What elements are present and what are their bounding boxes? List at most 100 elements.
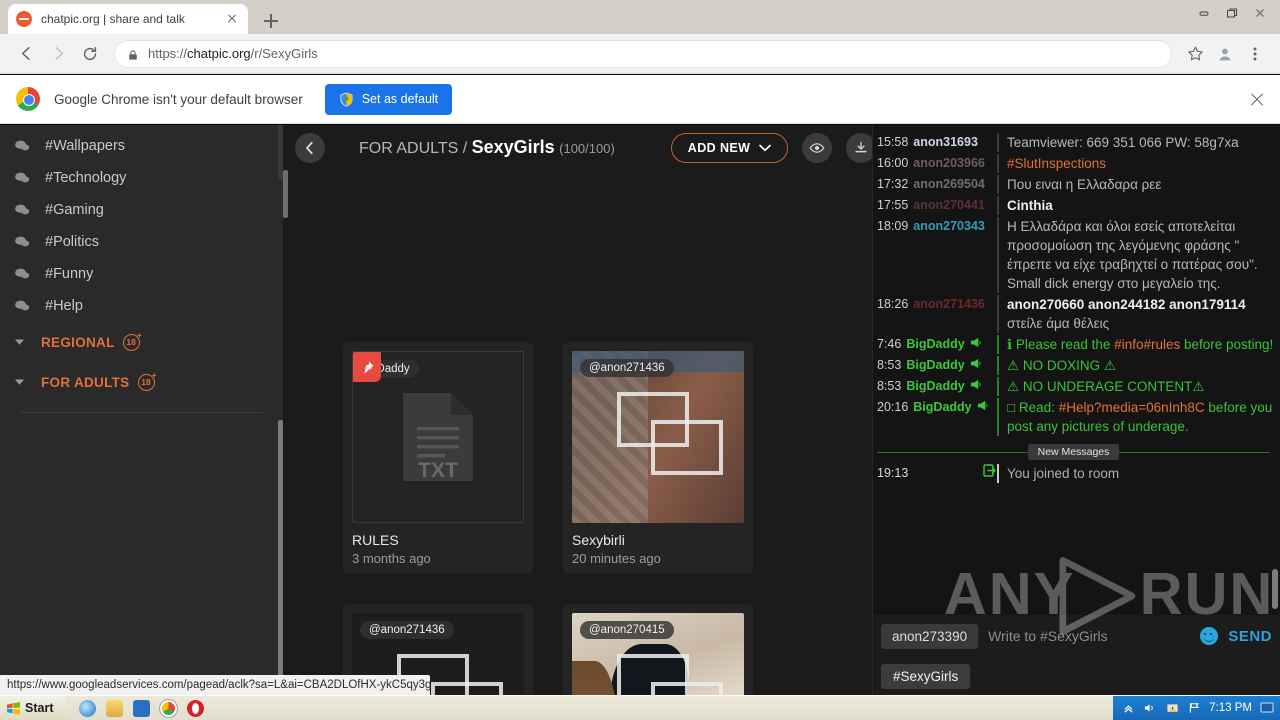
- media-player-icon[interactable]: [133, 699, 151, 717]
- sidebar-item-gaming[interactable]: #Gaming: [0, 194, 283, 226]
- sidebar-item-label: #Gaming: [45, 202, 104, 218]
- gallery-card[interactable]: @anon270415: [563, 604, 753, 695]
- folder-icon[interactable]: [106, 699, 124, 717]
- chat-room-tags: #SexyGirls: [873, 657, 1280, 695]
- chat-message-username[interactable]: BigDaddy: [913, 398, 971, 417]
- sidebar-group-regional[interactable]: REGIONAL 18: [0, 322, 283, 362]
- sidebar-item-funny[interactable]: #Funny: [0, 258, 283, 290]
- chat-message-body: Η Ελλαδάρα και όλοι εσείς αποτελείται πρ…: [997, 217, 1280, 293]
- bookmark-star-icon[interactable]: [1180, 39, 1210, 69]
- chat-scrollbar-thumb[interactable]: [1272, 569, 1278, 609]
- chat-message-meta: 20:16 BigDaddy: [873, 398, 997, 436]
- chat-message-meta: 17:55 anon270441: [873, 196, 997, 215]
- gallery-card[interactable]: @anon271436 Sexybirli 20 minutes ago: [563, 342, 753, 574]
- chat-bubble-icon: [14, 203, 34, 217]
- gallery-scrollbar-thumb[interactable]: [283, 170, 288, 218]
- profile-avatar-icon[interactable]: [1210, 39, 1240, 69]
- chat-message-username[interactable]: anon203966: [913, 154, 985, 173]
- chat-message-username[interactable]: BigDaddy: [906, 377, 964, 396]
- network-flag-icon[interactable]: [1187, 701, 1201, 715]
- chat-message-username[interactable]: anon271436: [913, 295, 985, 314]
- chat-message-username[interactable]: anon31693: [913, 133, 978, 152]
- megaphone-icon: [970, 335, 982, 354]
- internet-explorer-icon[interactable]: [79, 699, 97, 717]
- browser-tab[interactable]: chatpic.org | share and talk: [8, 4, 248, 34]
- start-button[interactable]: Start: [0, 695, 66, 720]
- chat-message-body: Teamviewer: 669 351 066 PW: 58g7xa: [997, 133, 1280, 152]
- page-content: #Wallpapers #Technology #Gaming #Politics #F…: [0, 125, 1280, 695]
- chat-bubble-icon: [14, 139, 34, 153]
- chat-message-username[interactable]: anon269504: [913, 175, 985, 194]
- add-new-button[interactable]: ADD NEW: [670, 132, 789, 163]
- chat-hashtag-link[interactable]: #SlutInspections: [1007, 156, 1106, 171]
- chat-message-body: Που ειναι η Ελλαδαρα ρεε: [997, 175, 1280, 194]
- sidebar-group-label: REGIONAL: [41, 334, 115, 350]
- pin-icon: [353, 352, 381, 382]
- breadcrumb: FOR ADULTS / SexyGirls (100/100): [359, 137, 615, 158]
- new-tab-button[interactable]: [258, 8, 284, 34]
- sidebar-group-for-adults[interactable]: FOR ADULTS 18: [0, 362, 283, 402]
- chrome-menu-icon[interactable]: [1240, 39, 1270, 69]
- chrome-taskbar-icon[interactable]: [159, 698, 179, 718]
- chat-message: 20:16 BigDaddy □ Read: #Help?media=06nInh8…: [873, 398, 1280, 436]
- security-alert-icon[interactable]: [1165, 701, 1179, 715]
- chat-message-username[interactable]: anon270441: [913, 196, 985, 215]
- default-browser-infobar: Google Chrome isn't your default browser…: [0, 75, 1280, 124]
- sidebar-item-help[interactable]: #Help: [0, 290, 283, 322]
- room-tag-chip[interactable]: #SexyGirls: [881, 663, 971, 689]
- chat-message-text: before posting!: [1180, 337, 1274, 352]
- new-messages-divider: New Messages: [877, 444, 1270, 460]
- back-button[interactable]: [10, 38, 42, 70]
- tab-close-icon[interactable]: [224, 11, 240, 27]
- shield-icon: [339, 92, 354, 107]
- gallery-scrollbar-track[interactable]: [283, 170, 288, 695]
- chat-message-username[interactable]: BigDaddy: [906, 335, 964, 354]
- nickname-chip[interactable]: anon273390: [881, 623, 979, 649]
- chat-message-text: στείλε άμα θέλεις: [1007, 316, 1110, 331]
- send-button[interactable]: SEND: [1228, 628, 1272, 645]
- gallery-grid: gDaddy TXT RULES 3 months ago @anon271436 Sex…: [343, 342, 753, 695]
- taskbar-clock: 7:13 PM: [1209, 702, 1252, 714]
- caret-down-icon: [14, 378, 30, 386]
- sidebar-item-label: #Technology: [45, 170, 127, 186]
- windows-taskbar: Start 7:13 PM: [0, 695, 1280, 720]
- emoji-icon[interactable]: [1200, 627, 1219, 645]
- infobar-message: Google Chrome isn't your default browser: [54, 91, 303, 107]
- chat-message-username[interactable]: BigDaddy: [906, 356, 964, 375]
- chat-bubble-icon: [14, 299, 34, 313]
- chat-hashtag-link[interactable]: #Help?media=06nInh8C: [1059, 400, 1205, 415]
- megaphone-icon: [970, 377, 982, 396]
- card-title: Sexybirli: [572, 532, 625, 548]
- sidebar-item-technology[interactable]: #Technology: [0, 162, 283, 194]
- forward-button[interactable]: [42, 38, 74, 70]
- chat-message-meta: 15:58 anon31693: [873, 133, 997, 152]
- chat-bubble-icon: [14, 235, 34, 249]
- back-to-rooms-button[interactable]: [295, 132, 325, 163]
- address-bar[interactable]: https://chatpic.org/r/SexyGirls: [114, 39, 1172, 68]
- chat-message-input[interactable]: [988, 628, 1191, 644]
- volume-icon[interactable]: [1143, 701, 1157, 715]
- chat-message-username[interactable]: anon270343: [913, 217, 985, 236]
- chat-message-meta: 8:53 BigDaddy: [873, 356, 997, 375]
- opera-icon[interactable]: [187, 699, 205, 717]
- breadcrumb-parent[interactable]: FOR ADULTS /: [359, 140, 467, 157]
- show-hidden-icons[interactable]: [1121, 701, 1135, 715]
- chat-mentions[interactable]: anon270660 anon244182 anon179114: [1007, 297, 1246, 312]
- restore-button[interactable]: [1218, 2, 1246, 24]
- infobar-close-icon[interactable]: [1248, 91, 1266, 109]
- chat-message-body: You joined to room: [997, 464, 1280, 483]
- minimize-button[interactable]: [1190, 2, 1218, 24]
- chat-hashtag-link[interactable]: #info#rules: [1114, 337, 1180, 352]
- room-header: FOR ADULTS / SexyGirls (100/100) ADD NEW: [283, 125, 1015, 170]
- reload-button[interactable]: [74, 38, 106, 70]
- show-desktop-icon[interactable]: [1260, 701, 1274, 715]
- sidebar-item-wallpapers[interactable]: #Wallpapers: [0, 130, 283, 162]
- close-button[interactable]: [1246, 2, 1274, 24]
- preview-eye-button[interactable]: [802, 132, 833, 163]
- chat-message-list[interactable]: 15:58 anon31693 Teamviewer: 669 351 066 PW…: [873, 125, 1280, 615]
- sidebar-item-politics[interactable]: #Politics: [0, 226, 283, 258]
- megaphone-icon: [977, 398, 989, 417]
- set-as-default-button[interactable]: Set as default: [324, 83, 453, 115]
- sidebar: #Wallpapers #Technology #Gaming #Politics #F…: [0, 125, 283, 695]
- gallery-card[interactable]: gDaddy TXT RULES 3 months ago: [343, 342, 533, 574]
